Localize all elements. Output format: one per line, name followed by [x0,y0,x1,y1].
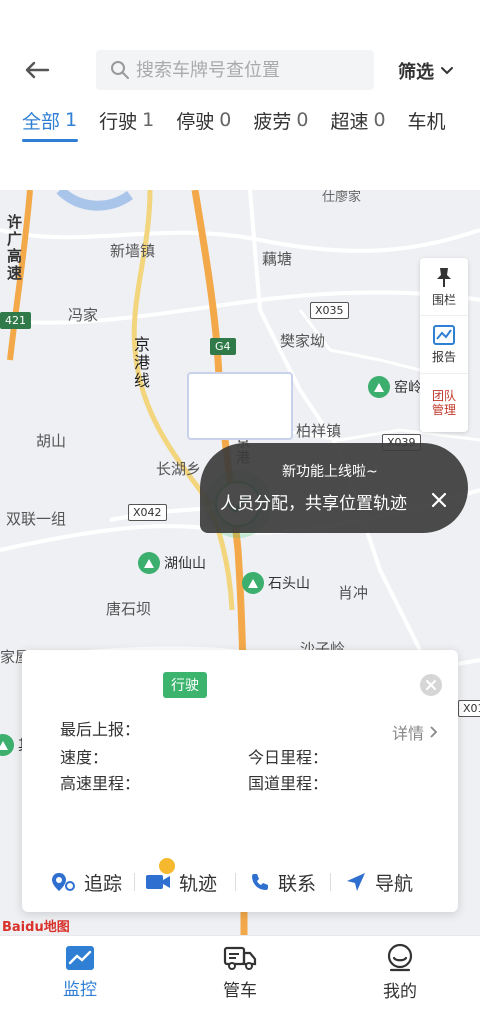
pin-icon [437,267,451,287]
close-icon [431,492,447,508]
location-track-icon [52,873,75,891]
search-input[interactable] [136,59,356,81]
status-badge: 行驶 [163,672,207,698]
tab-overspeed[interactable]: 超速 0 [330,98,397,142]
trajectory-button[interactable]: 轨迹 [145,858,217,900]
road-shield-x042: X042 [128,504,167,521]
tab-stopped[interactable]: 停驶 0 [176,98,243,142]
tab-all[interactable]: 全部 1 [22,98,89,142]
report-button[interactable]: 报告 [420,316,468,374]
header: 筛选 全部1 行驶1 停驶0 疲劳0 超速0 车机 [0,0,480,150]
mountain-pin-icon [138,552,160,574]
chart-icon [433,324,455,345]
filter-button[interactable]: 筛选 [398,56,454,86]
chevron-right-icon [430,726,438,738]
mountain-pin-icon [0,734,14,756]
road-shield-g4: G4 [210,338,236,355]
close-icon [426,680,436,690]
map-info-box [187,372,293,440]
phone-icon [252,874,269,890]
search-box[interactable] [96,50,374,90]
national-mileage-label: 国道里程： [248,774,329,793]
map-label-changhu: 长湖乡 [156,460,202,478]
highway-mileage-label: 高速里程： [60,774,141,793]
road-shield-421: 421 [0,312,31,329]
mountain-pin-icon [368,376,390,398]
map-label-baixiang: 柏祥镇 [296,422,342,440]
navigate-button[interactable]: 导航 [345,864,413,900]
video-icon [146,875,171,889]
speed-label: 速度： [60,748,109,767]
filter-label: 筛选 [398,62,434,83]
new-badge [159,858,176,874]
road-shield-x01: X01 [458,700,480,717]
last-report-label: 最后上报： [60,720,141,739]
nav-manage[interactable]: 管车 [160,936,320,1009]
map-label-xinqiang: 新墙镇 [110,242,156,260]
poi-yaoling[interactable]: 窑岭 [368,376,422,398]
map-label-xuguang: 许广高速 [5,214,23,282]
user-icon [387,943,413,972]
map-label-outang: 藕塘 [262,250,293,268]
map-label-husan: 胡山 [36,432,67,450]
map-label-tangshiba: 唐石坝 [106,600,152,618]
tab-fatigue[interactable]: 疲劳 0 [253,98,320,142]
search-icon [111,61,129,79]
map-label-fanjiaao: 樊家坳 [280,332,326,350]
tip-close-button[interactable] [428,489,450,511]
nav-mine[interactable]: 我的 [320,936,480,1009]
baidu-map-logo: Baidu地图 [2,920,70,935]
tip-message: 人员分配，共享位置轨迹 [220,494,407,514]
back-arrow-icon [25,61,50,79]
map-label-shiliaojia: 仕廖家 [322,190,362,205]
map-side-tools: 围栏 报告 团队管理 [420,258,468,432]
tab-device[interactable]: 车机 [408,98,463,142]
navigation-arrow-icon [347,873,366,891]
fence-button[interactable]: 围栏 [420,258,468,316]
today-mileage-label: 今日里程： [248,748,329,767]
map-label-jinggang: 京港线 [131,336,150,390]
card-close-button[interactable] [420,674,442,696]
map-label-shuanglian: 双联一组 [6,510,67,528]
card-actions: 追踪 轨迹 联系 导航 [22,858,458,900]
feature-tip-bubble: 新功能上线啦~ 人员分配，共享位置轨迹 [200,443,468,533]
detail-link[interactable]: 详情 [392,720,438,744]
chevron-down-icon [441,67,453,75]
vehicle-info-card: 行驶 最后上报： 详情 速度： 今日里程： 高速里程： 国道里程： 追踪 轨迹 … [22,650,458,912]
truck-icon [223,946,257,970]
team-management-button[interactable]: 团队管理 [420,374,468,432]
contact-button[interactable]: 联系 [250,864,316,900]
road-shield-x035: X035 [310,302,349,319]
monitor-chart-icon [66,946,94,970]
map-label-fengjia: 冯家 [68,306,99,324]
tip-title: 新功能上线啦~ [282,464,378,480]
nav-monitor[interactable]: 监控 [0,936,160,1009]
poi-huxianshan[interactable]: 湖仙山 [138,552,206,574]
map-label-xiaochong: 肖冲 [338,584,369,602]
status-tabs: 全部 1 行驶 1 停驶 0 疲劳 0 超速 0 车机 [0,98,480,146]
mountain-pin-icon [242,572,264,594]
poi-shitoushan[interactable]: 石头山 [242,572,310,594]
tab-driving[interactable]: 行驶 1 [99,98,166,142]
track-button[interactable]: 追踪 [50,864,122,900]
back-button[interactable] [20,55,54,85]
bottom-nav: 监控 管车 我的 [0,935,480,1009]
